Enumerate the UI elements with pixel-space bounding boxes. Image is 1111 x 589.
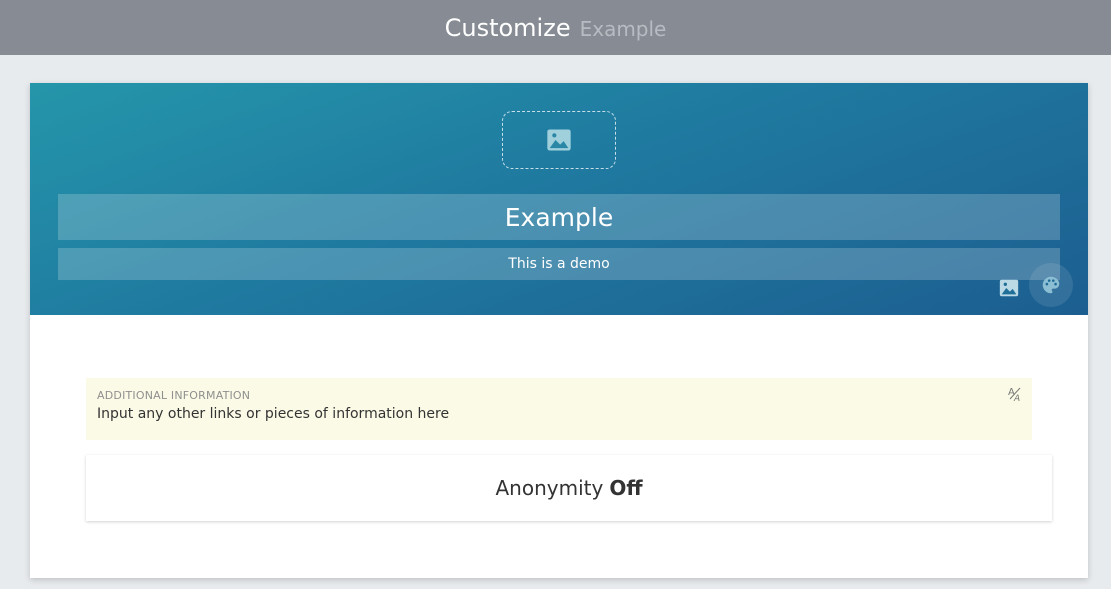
logo-upload-button[interactable] (502, 111, 616, 169)
hero-title-input[interactable]: Example (58, 194, 1060, 240)
theme-color-button[interactable] (1029, 263, 1073, 307)
image-icon (999, 279, 1019, 297)
hero-subtitle-input[interactable]: This is a demo (58, 248, 1060, 280)
additional-info-field[interactable]: ADDITIONAL INFORMATION Input any other l… (86, 378, 1032, 440)
additional-info-value[interactable]: Input any other links or pieces of infor… (97, 406, 449, 422)
top-header-bar: Customize Example (0, 0, 1111, 55)
page-subtitle: Example (579, 16, 667, 41)
svg-text:A: A (1013, 394, 1020, 403)
customize-card: Example This is a demo ADDITIONAL INFORM… (30, 83, 1088, 578)
anonymity-toggle[interactable]: Anonymity Off (86, 455, 1052, 521)
page-title: Customize (444, 13, 571, 42)
hero-banner: Example This is a demo (30, 83, 1088, 315)
background-image-button[interactable] (996, 275, 1022, 301)
text-format-icon[interactable]: A A (1008, 385, 1024, 403)
image-icon (547, 129, 571, 151)
additional-info-label: ADDITIONAL INFORMATION (97, 389, 251, 402)
anonymity-label: Anonymity (495, 476, 604, 500)
anonymity-state: Off (609, 476, 643, 500)
palette-icon (1042, 276, 1060, 294)
